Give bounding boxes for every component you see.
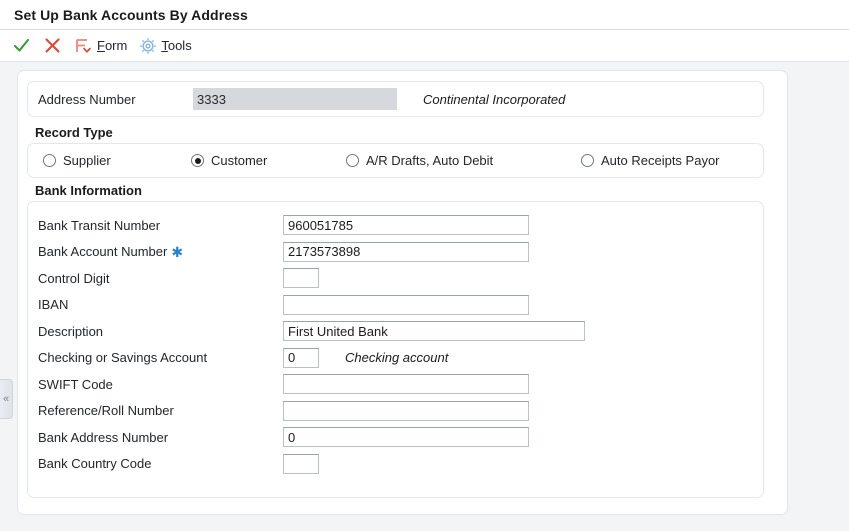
ok-button[interactable] (6, 33, 37, 59)
field-row: IBAN (28, 292, 763, 319)
swift-code-label: SWIFT Code (38, 376, 113, 392)
field-row: Control Digit (28, 265, 763, 292)
bank-country-code-input[interactable] (283, 453, 319, 474)
bank-information-title: Bank Information (35, 183, 142, 198)
bank-address-number-label: Bank Address Number (38, 429, 169, 445)
checking-or-savings-account-input[interactable] (283, 347, 319, 368)
field-row: Bank Account Number ✱ (28, 239, 763, 266)
form-canvas: « Address Number Continental Incorporate… (0, 62, 849, 531)
address-number-value-wrap: Continental Incorporated (193, 88, 565, 110)
bank-account-number-input[interactable] (283, 241, 529, 262)
chevron-double-left-icon: « (2, 393, 10, 405)
app-header: Set Up Bank Accounts By Address (0, 0, 849, 30)
field-row: Bank Country Code (28, 451, 763, 478)
page-title: Set Up Bank Accounts By Address (14, 6, 248, 23)
field-row: SWIFT Code (28, 371, 763, 398)
radio-dot-selected-icon (191, 154, 204, 167)
address-number-label: Address Number (38, 91, 136, 107)
radio-auto-receipts-payor[interactable]: Auto Receipts Payor (581, 153, 720, 168)
radio-customer[interactable]: Customer (191, 153, 346, 168)
tools-menu[interactable]: Tools (133, 33, 197, 59)
bank-information-group: Bank Transit Number Bank Account Number … (27, 201, 764, 498)
bank-transit-number-label: Bank Transit Number (38, 217, 161, 233)
form-panel: Address Number Continental Incorporated … (17, 70, 788, 515)
radio-dot-icon (581, 154, 594, 167)
form-icon (74, 37, 93, 55)
gear-icon (139, 37, 157, 55)
field-row: Bank Address Number (28, 424, 763, 451)
field-row: Bank Transit Number (28, 212, 763, 239)
toolbar: Form Tools (0, 30, 849, 62)
checking-or-savings-account-label: Checking or Savings Account (38, 350, 208, 366)
bank-country-code-label: Bank Country Code (38, 456, 152, 472)
radio-supplier[interactable]: Supplier (43, 153, 191, 168)
bank-address-number-input[interactable] (283, 427, 529, 448)
form-menu-label: Form (97, 38, 128, 53)
bank-transit-number-input[interactable] (283, 215, 529, 236)
swift-code-input[interactable] (283, 374, 529, 395)
record-type-group: Supplier Customer A/R Drafts, Auto Debit… (27, 143, 764, 178)
address-name-text: Continental Incorporated (423, 91, 566, 107)
radio-dot-icon (43, 154, 56, 167)
iban-label: IBAN (38, 297, 69, 313)
reference-roll-number-label: Reference/Roll Number (38, 403, 174, 419)
radio-supplier-label: Supplier (63, 153, 111, 168)
field-row: Checking or Savings Account Checking acc… (28, 345, 763, 372)
control-digit-label: Control Digit (38, 270, 110, 286)
close-x-icon (43, 36, 62, 55)
bank-account-number-label: Bank Account Number ✱ (38, 243, 184, 260)
radio-dot-icon (346, 154, 359, 167)
form-menu[interactable]: Form (68, 33, 133, 59)
check-icon (12, 36, 31, 55)
radio-auto-receipts-payor-label: Auto Receipts Payor (601, 153, 720, 168)
required-asterisk-icon: ✱ (171, 243, 184, 260)
field-row: Reference/Roll Number (28, 398, 763, 425)
address-number-group: Address Number Continental Incorporated (27, 81, 764, 117)
cancel-button[interactable] (37, 33, 68, 59)
description-input[interactable] (283, 321, 585, 342)
description-label: Description (38, 323, 104, 339)
sidebar-collapse-handle[interactable]: « (0, 379, 13, 419)
reference-roll-number-input[interactable] (283, 400, 529, 421)
address-number-input[interactable] (193, 88, 397, 110)
field-row: Description (28, 318, 763, 345)
record-type-title: Record Type (35, 125, 113, 140)
iban-input[interactable] (283, 294, 529, 315)
control-digit-input[interactable] (283, 268, 319, 289)
radio-customer-label: Customer (211, 153, 268, 168)
bank-information-section: Bank Information Bank Transit Number Ban… (27, 183, 764, 498)
radio-ar-drafts-auto-debit[interactable]: A/R Drafts, Auto Debit (346, 153, 581, 168)
radio-ar-drafts-label: A/R Drafts, Auto Debit (366, 153, 494, 168)
record-type-section: Record Type Supplier Customer A/R Drafts… (27, 125, 764, 178)
tools-menu-label: Tools (161, 38, 192, 53)
checking-account-description: Checking account (345, 350, 449, 366)
